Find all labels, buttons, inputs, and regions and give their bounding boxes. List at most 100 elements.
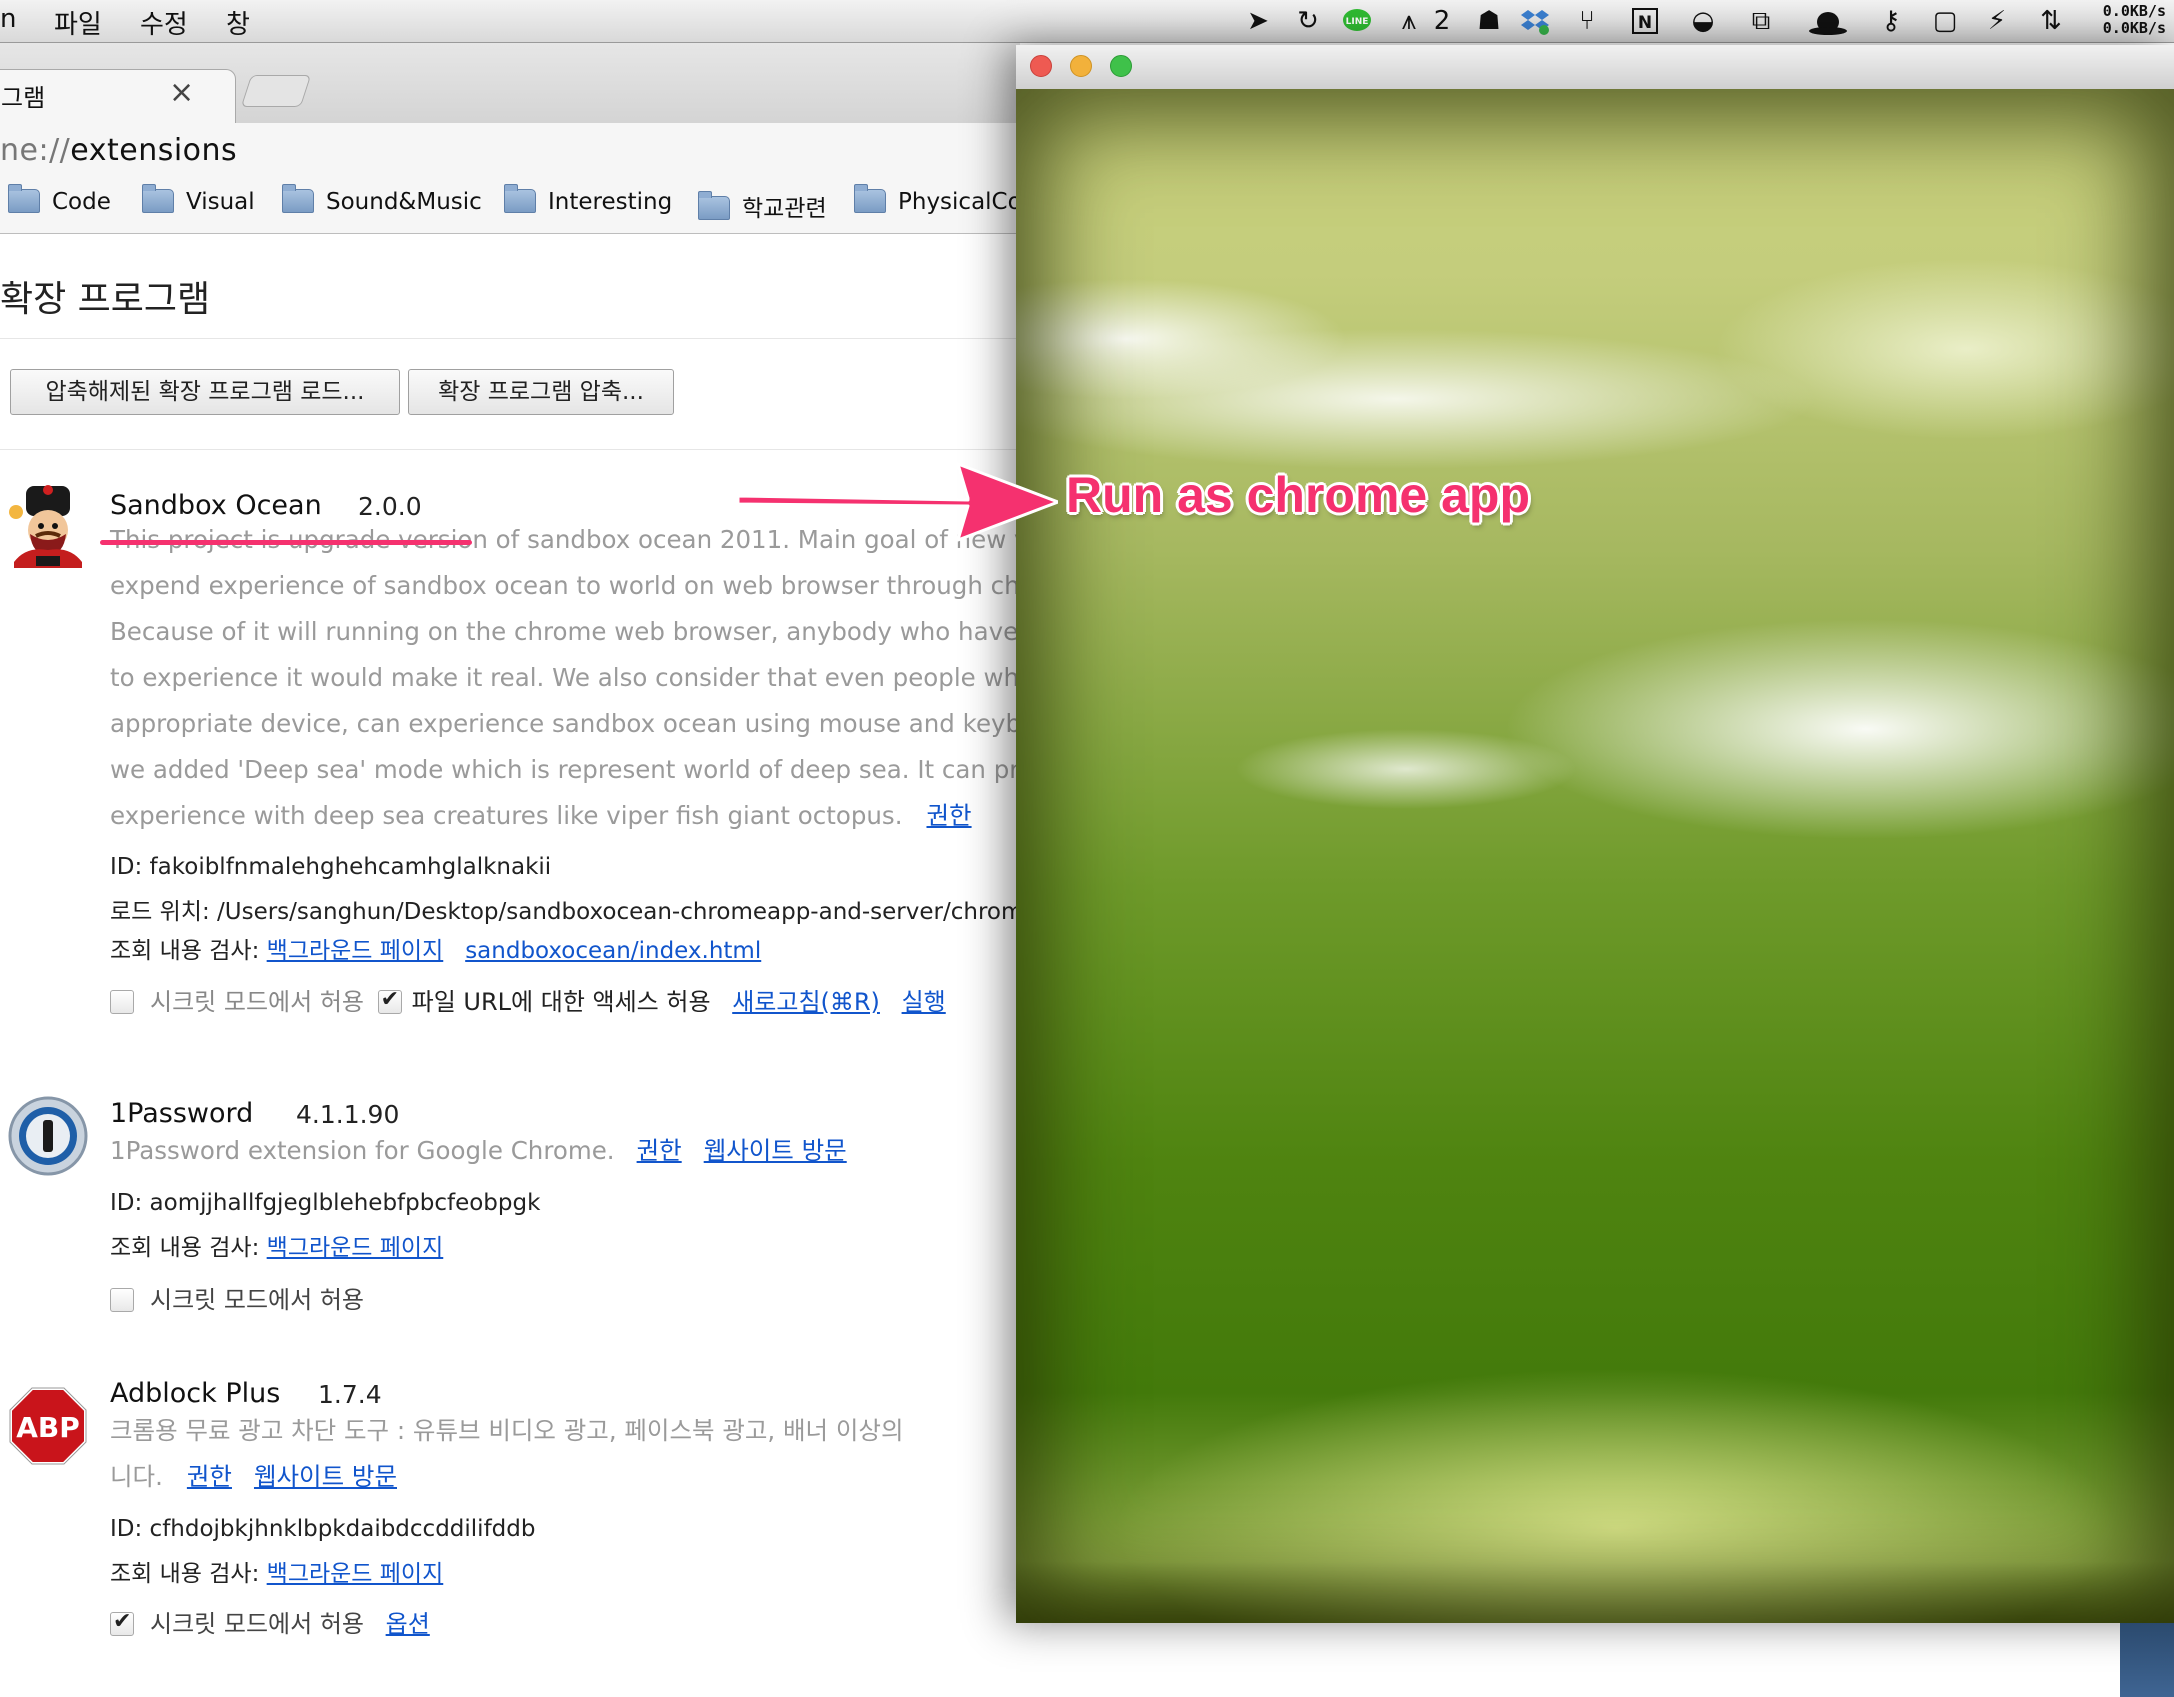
launch-link[interactable]: 실행 xyxy=(902,988,946,1016)
net-up-rate: 0.0KB/s xyxy=(2102,2,2166,20)
extension-description-line: Because of it will running on the chrome… xyxy=(110,617,1020,646)
bookmark-folder-sound-music[interactable]: Sound&Music xyxy=(282,184,482,215)
svg-text:N: N xyxy=(1638,13,1652,33)
extension-name: Adblock Plus xyxy=(110,1378,281,1409)
evernote-icon[interactable]: ☗ xyxy=(1474,6,1504,36)
extension-description-line: 1Password extension for Google Chrome. 권한… xyxy=(110,1128,847,1174)
url-scheme: ne:// xyxy=(0,133,71,168)
url-text[interactable]: ne://extensions xyxy=(0,133,237,168)
bookmark-label: Visual xyxy=(186,189,255,215)
permissions-link[interactable]: 권한 xyxy=(637,1136,682,1165)
divider xyxy=(0,449,1020,450)
bookmark-folder-interesting[interactable]: Interesting xyxy=(504,184,673,215)
inspect-views-row: 조회 내용 검사: 백그라운드 페이지 xyxy=(110,1554,443,1588)
folder-icon xyxy=(142,184,174,213)
bookmark-folder-visual[interactable]: Visual xyxy=(142,184,255,215)
visit-website-link[interactable]: 웹사이트 방문 xyxy=(704,1136,847,1165)
annotation-underline xyxy=(100,540,472,545)
1password-keyhole-icon xyxy=(8,1096,88,1176)
inspect-background-page-link[interactable]: 백그라운드 페이지 xyxy=(267,1561,444,1587)
desktop-background xyxy=(2120,1623,2174,1697)
adobe-update-count: 2 xyxy=(1433,6,1451,36)
bowler-hat-icon[interactable] xyxy=(1808,6,1848,36)
extension-id: ID: aomjjhallfgjeglblehebfpbcfeobpgk xyxy=(110,1190,541,1216)
extension-description-line: 니다. 권한 웹사이트 방문 xyxy=(110,1454,397,1500)
bookmarks-bar: Code Visual Sound&Music Interesting 학교관련… xyxy=(0,179,1022,234)
tab-close-icon[interactable]: × xyxy=(169,75,194,110)
line-messenger-icon[interactable]: LINE xyxy=(1342,6,1372,36)
permissions-link[interactable]: 권한 xyxy=(187,1462,232,1491)
tab-extensions[interactable]: 그램 × xyxy=(0,69,236,124)
visit-website-link[interactable]: 웹사이트 방문 xyxy=(254,1462,397,1491)
network-speed-readout: 0.0KB/s 0.0KB/s xyxy=(2103,3,2166,37)
bookmark-folder-code[interactable]: Code xyxy=(8,184,111,215)
incognito-checkbox[interactable] xyxy=(110,990,134,1014)
bookmark-folder-physical-computing[interactable]: PhysicalCo xyxy=(854,184,1022,215)
incognito-label: 시크릿 모드에서 허용 xyxy=(150,988,364,1016)
page-title: 확장 프로그램 xyxy=(0,279,211,320)
arrows-icon[interactable]: ➤ xyxy=(1236,6,1280,36)
permissions-link[interactable]: 권한 xyxy=(926,801,971,830)
incognito-label: 시크릿 모드에서 허용 xyxy=(150,1610,364,1638)
folder-icon xyxy=(854,184,886,213)
power-flash-icon[interactable]: ⚡ xyxy=(1982,6,2012,36)
adobe-icon[interactable]: ⩚ xyxy=(1394,6,1424,36)
svg-text:LINE: LINE xyxy=(1346,17,1369,27)
inspect-index-html-link[interactable]: sandboxocean/index.html xyxy=(465,938,761,964)
window-manager-icon[interactable]: ⧉ xyxy=(1746,6,1776,36)
incognito-checkbox[interactable] xyxy=(110,1288,134,1312)
reload-link[interactable]: 새로고침(⌘R) xyxy=(732,988,880,1016)
file-url-access-checkbox[interactable] xyxy=(377,987,402,1014)
menu-edit[interactable]: 수정 xyxy=(140,4,188,41)
canvas-vignette xyxy=(1016,89,2174,1623)
bookmark-label: PhysicalCo xyxy=(898,189,1022,215)
pack-extension-button[interactable]: 확장 프로그램 압축... xyxy=(408,369,674,415)
keychain-icon[interactable]: ⚷ xyxy=(1876,6,1906,36)
bookmark-label: 학교관련 xyxy=(742,196,827,222)
fork-icon[interactable]: ⑂ xyxy=(1572,6,1602,36)
extension-description-line: we added 'Deep sea' mode which is repres… xyxy=(110,755,1020,784)
file-url-access-label: 파일 URL에 대한 액세스 허용 xyxy=(411,988,711,1016)
bookmark-label: Interesting xyxy=(548,189,673,215)
description-text: 니다. xyxy=(110,1462,163,1491)
minimize-window-button[interactable] xyxy=(1070,55,1092,77)
close-window-button[interactable] xyxy=(1030,55,1052,77)
square-icon[interactable]: ▢ xyxy=(1930,6,1960,36)
extension-load-path: 로드 위치: /Users/sanghun/Desktop/sandboxoce… xyxy=(110,899,1020,925)
bowl-icon[interactable]: ◒ xyxy=(1688,6,1718,36)
inspect-background-page-link[interactable]: 백그라운드 페이지 xyxy=(267,1235,444,1261)
sync-icon[interactable]: ↻ xyxy=(1293,6,1323,36)
network-arrows-icon[interactable]: ⇅ xyxy=(2036,6,2066,36)
folder-icon xyxy=(8,184,40,213)
url-path: extensions xyxy=(70,133,238,168)
extension-description-line: experience with deep sea creatures like … xyxy=(110,793,972,839)
divider xyxy=(0,338,1020,339)
extension-description-line: to experience it would make it real. We … xyxy=(110,663,1020,692)
address-bar[interactable]: ne://extensions xyxy=(0,123,1020,180)
adblock-plus-stop-sign-icon: ABP xyxy=(8,1386,88,1466)
extension-version: 4.1.1.90 xyxy=(296,1100,400,1129)
extension-description-line: appropriate device, can experience sandb… xyxy=(110,709,1020,738)
new-tab-button[interactable] xyxy=(240,75,312,107)
chrome-app-window[interactable] xyxy=(1016,45,2174,1623)
inspect-views-row: 조회 내용 검사: 백그라운드 페이지 xyxy=(110,1228,443,1262)
sandbox-ocean-app-canvas[interactable] xyxy=(1016,89,2174,1623)
bookmark-label: Code xyxy=(52,189,111,215)
notational-icon[interactable]: N xyxy=(1630,6,1660,36)
incognito-label: 시크릿 모드에서 허용 xyxy=(150,1286,364,1314)
menu-app-name[interactable]: n xyxy=(0,4,16,34)
extension-id: ID: cfhdojbkjhnklbpkdaibdccddilifddb xyxy=(110,1516,536,1542)
zoom-window-button[interactable] xyxy=(1110,55,1132,77)
incognito-checkbox[interactable] xyxy=(110,1609,134,1636)
menu-window[interactable]: 창 xyxy=(226,4,250,41)
app-title-bar[interactable] xyxy=(1016,45,2174,90)
extension-id: ID: fakoiblfnmalehghehcamhglalknakii xyxy=(110,854,552,880)
options-row: 시크릿 모드에서 허용 파일 URL에 대한 액세스 허용 새로고침(⌘R) 실… xyxy=(110,982,946,1017)
bookmark-folder-school[interactable]: 학교관련 xyxy=(698,189,827,223)
inspect-background-page-link[interactable]: 백그라운드 페이지 xyxy=(267,938,444,964)
options-link[interactable]: 옵션 xyxy=(386,1610,430,1638)
load-unpacked-button[interactable]: 압축해제된 확장 프로그램 로드... xyxy=(10,369,400,415)
dropbox-icon[interactable] xyxy=(1520,6,1550,36)
inspect-views-row: 조회 내용 검사: 백그라운드 페이지 sandboxocean/index.h… xyxy=(110,931,761,965)
menu-file[interactable]: 파일 xyxy=(54,4,102,41)
